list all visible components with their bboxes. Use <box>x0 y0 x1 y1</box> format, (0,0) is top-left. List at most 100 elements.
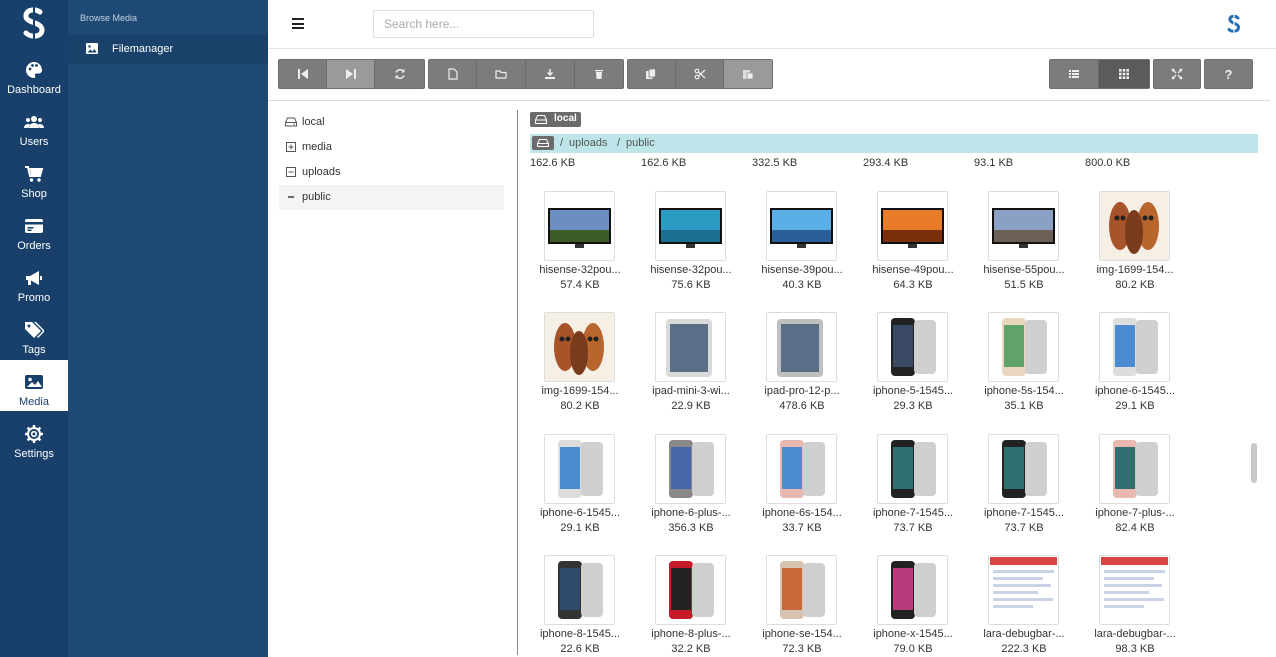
file-thumbnail[interactable] <box>1099 191 1170 261</box>
file-thumbnail[interactable] <box>766 312 837 382</box>
hamburger-menu-icon[interactable] <box>292 18 304 29</box>
file-thumbnail[interactable] <box>544 312 615 382</box>
file-item[interactable]: hisense-39pou... 40.3 KB <box>752 191 852 301</box>
tree-item-public[interactable]: public <box>279 185 504 210</box>
file-item[interactable]: iphone-7-plus-... 82.4 KB <box>1085 434 1185 544</box>
file-thumbnail[interactable] <box>988 434 1059 504</box>
file-thumbnail[interactable] <box>877 434 948 504</box>
new-file-button[interactable] <box>429 60 477 88</box>
file-size: 22.6 KB <box>560 643 600 655</box>
file-thumbnail[interactable] <box>544 555 615 625</box>
delete-button[interactable] <box>575 60 623 88</box>
file-item[interactable]: hisense-55pou... 51.5 KB <box>974 191 1074 301</box>
tags-icon <box>25 322 44 338</box>
file-thumbnail[interactable] <box>655 191 726 261</box>
folder-tree: local media uploads public <box>279 110 504 210</box>
file-thumbnail[interactable] <box>877 312 948 382</box>
file-size: 29.1 KB <box>1115 400 1155 412</box>
file-thumbnail[interactable] <box>766 555 837 625</box>
file-item[interactable]: iphone-x-1545... 79.0 KB <box>863 555 963 657</box>
help-button[interactable]: ? <box>1205 60 1252 88</box>
tree-item-label: local <box>302 116 325 128</box>
file-item[interactable]: iphone-7-1545... 73.7 KB <box>974 434 1074 544</box>
brand-logo-icon[interactable] <box>1226 14 1242 34</box>
secondary-sidebar: Browse Media Filemanager <box>68 0 268 657</box>
nav-settings[interactable]: Settings <box>0 418 68 470</box>
file-item[interactable]: iphone-se-154... 72.3 KB <box>752 555 852 657</box>
file-thumbnail[interactable] <box>544 434 615 504</box>
nav-tags[interactable]: Tags <box>0 314 68 366</box>
file-item[interactable]: hisense-32pou... 75.6 KB <box>641 191 741 301</box>
cut-button[interactable] <box>676 60 725 88</box>
nav-users[interactable]: Users <box>0 106 68 158</box>
file-thumbnail[interactable] <box>988 312 1059 382</box>
file-item[interactable]: iphone-6s-154... 33.7 KB <box>752 434 852 544</box>
file-name: iphone-7-plus-... <box>1095 507 1175 519</box>
file-item[interactable]: iphone-6-1545... 29.1 KB <box>1085 312 1185 422</box>
file-thumbnail[interactable] <box>877 555 948 625</box>
back-button[interactable] <box>279 60 327 88</box>
file-name: hisense-55pou... <box>983 264 1065 276</box>
file-item[interactable]: iphone-6-1545... 29.1 KB <box>530 434 630 544</box>
file-thumbnail[interactable] <box>655 555 726 625</box>
file-thumbnail[interactable] <box>655 312 726 382</box>
forward-button[interactable] <box>327 60 375 88</box>
list-view-button[interactable] <box>1050 60 1099 88</box>
app-logo-icon[interactable] <box>18 6 50 40</box>
tree-item-uploads[interactable]: uploads <box>279 160 504 185</box>
file-name: ipad-mini-3-wi... <box>652 385 730 397</box>
plus-square-icon <box>286 142 296 152</box>
tree-item-media[interactable]: media <box>279 135 504 160</box>
breadcrumb-public[interactable]: public <box>626 137 655 149</box>
file-item[interactable]: img-1699-154... 80.2 KB <box>1085 191 1185 301</box>
file-name: iphone-6-plus-... <box>651 507 731 519</box>
search-input[interactable] <box>373 10 594 38</box>
file-item[interactable]: img-1699-154... 80.2 KB <box>530 312 630 422</box>
file-size: 51.5 KB <box>1004 279 1044 291</box>
tree-item-local[interactable]: local <box>279 110 504 135</box>
pane-divider[interactable] <box>517 110 518 655</box>
refresh-button[interactable] <box>375 60 424 88</box>
upload-button[interactable] <box>526 60 575 88</box>
file-item[interactable]: iphone-7-1545... 73.7 KB <box>863 434 963 544</box>
file-item[interactable]: lara-debugbar-... 222.3 KB <box>974 555 1074 657</box>
file-thumbnail[interactable] <box>766 434 837 504</box>
file-item[interactable]: lara-debugbar-... 98.3 KB <box>1085 555 1185 657</box>
file-item[interactable]: iphone-8-1545... 22.6 KB <box>530 555 630 657</box>
nav-media[interactable]: Media <box>0 360 68 411</box>
new-folder-button[interactable] <box>477 60 526 88</box>
file-thumbnail[interactable] <box>877 191 948 261</box>
file-thumbnail[interactable] <box>988 191 1059 261</box>
nav-promo[interactable]: Promo <box>0 262 68 314</box>
file-item[interactable]: iphone-8-plus-... 32.2 KB <box>641 555 741 657</box>
file-thumbnail[interactable] <box>1099 555 1170 625</box>
file-thumbnail[interactable] <box>655 434 726 504</box>
file-thumbnail[interactable] <box>988 555 1059 625</box>
fullscreen-button[interactable] <box>1154 60 1200 88</box>
file-thumbnail[interactable] <box>1099 434 1170 504</box>
file-thumbnail[interactable] <box>544 191 615 261</box>
file-item[interactable]: hisense-49pou... 64.3 KB <box>863 191 963 301</box>
main-nav-rail: Dashboard Users Shop Orders Promo Tags M… <box>0 0 68 657</box>
file-item[interactable]: hisense-32pou... 57.4 KB <box>530 191 630 301</box>
grid-scrollbar[interactable] <box>1251 443 1257 483</box>
file-toolbar-group <box>428 59 624 89</box>
nav-orders[interactable]: Orders <box>0 210 68 262</box>
disk-badge[interactable]: local <box>530 112 581 127</box>
file-item[interactable]: iphone-5-1545... 29.3 KB <box>863 312 963 422</box>
grid-view-button[interactable] <box>1099 60 1149 88</box>
paste-button[interactable] <box>724 60 773 88</box>
breadcrumb-uploads[interactable]: uploads <box>569 137 608 149</box>
file-item[interactable]: ipad-mini-3-wi... 22.9 KB <box>641 312 741 422</box>
breadcrumb-home[interactable] <box>532 136 554 150</box>
file-item[interactable]: iphone-5s-154... 35.1 KB <box>974 312 1074 422</box>
file-thumbnail[interactable] <box>1099 312 1170 382</box>
nav-dashboard[interactable]: Dashboard <box>0 54 68 106</box>
nav-shop[interactable]: Shop <box>0 158 68 210</box>
copy-button[interactable] <box>628 60 676 88</box>
file-thumbnail[interactable] <box>766 191 837 261</box>
file-item[interactable]: ipad-pro-12-p... 478.6 KB <box>752 312 852 422</box>
file-size: 40.3 KB <box>782 279 822 291</box>
file-item[interactable]: iphone-6-plus-... 356.3 KB <box>641 434 741 544</box>
sidebar-item-filemanager[interactable]: Filemanager <box>68 34 268 64</box>
